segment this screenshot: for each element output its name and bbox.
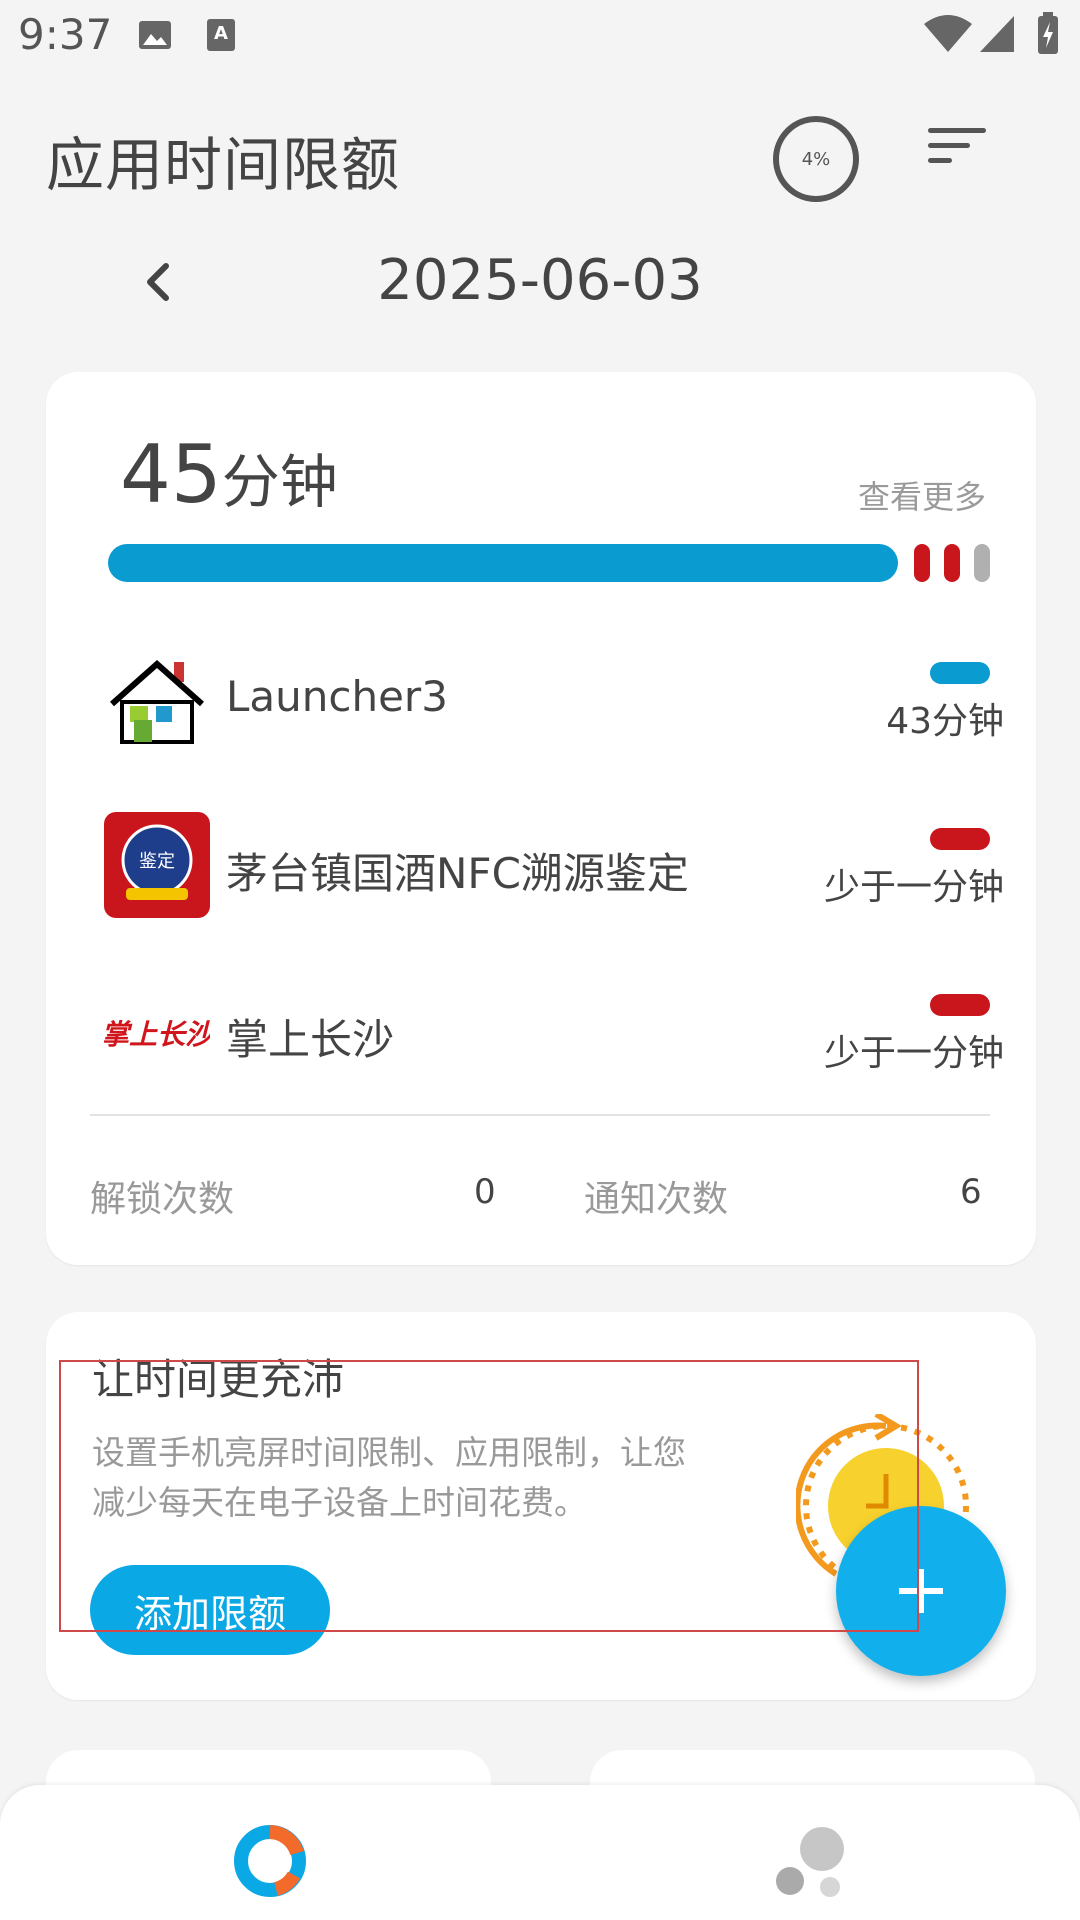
page-title: 应用时间限额 [46,131,401,199]
app-name: 茅台镇国酒NFC溯源鉴定 [226,849,689,898]
app-name: Launcher3 [226,672,448,721]
app-color-pill [930,828,990,850]
maotai-app-icon: 鉴定 [104,812,210,918]
more-tab-icon[interactable] [774,1821,864,1901]
status-bar: 9:37 A [0,0,1080,72]
usage-percent-label: 4% [801,148,831,170]
notification-count-label: 通知次数 [584,1179,729,1220]
battery-charging-icon [1038,12,1058,54]
app-row-zhangshang-changsha[interactable]: 掌上长沙 掌上长沙 少于一分钟 [104,978,1004,1088]
usage-bar-segment-red [914,544,930,582]
app-row-maotai[interactable]: 鉴定 茅台镇国酒NFC溯源鉴定 少于一分钟 [104,812,1004,922]
total-usage-value: 45 [120,428,222,521]
sort-icon[interactable] [928,128,986,168]
gallery-icon [139,21,171,49]
wifi-icon [924,15,972,52]
usage-bar-segment-other [974,544,990,582]
maotai-icon-text: 鉴定 [139,851,175,872]
app-duration: 43分钟 [886,701,1004,742]
app-row-launcher3[interactable]: Launcher3 43分钟 [104,648,1004,758]
total-usage: 45分钟 [120,428,338,521]
zhangshang-icon-text: 掌上长沙 [104,1018,210,1051]
see-more-link[interactable]: 查看更多 [858,472,986,518]
zhangshang-changsha-icon: 掌上长沙 [104,978,210,1084]
divider [90,1114,990,1116]
notification-count-value: 6 [960,1172,982,1212]
signal-icon [980,16,1014,52]
launcher3-icon [110,659,204,744]
usage-bar-segment-red [944,544,960,582]
unlock-count-value: 0 [474,1172,496,1212]
total-usage-unit: 分钟 [221,448,338,516]
usage-percent-ring[interactable]: 4% [773,116,859,202]
app-duration: 少于一分钟 [823,867,1004,908]
app-color-pill [930,994,990,1016]
usage-bar-main [108,544,898,582]
keyboard-a-icon: A [207,19,235,51]
usage-tab-icon[interactable] [232,1823,308,1899]
app-duration: 少于一分钟 [823,1033,1004,1074]
app-name: 掌上长沙 [226,1015,395,1064]
svg-text:A: A [214,23,228,44]
current-date: 2025-06-03 [377,248,703,313]
bottom-navigation [0,1785,1080,1920]
app-color-pill [930,662,990,684]
highlight-box [59,1360,919,1632]
status-time: 9:37 [18,10,113,59]
unlock-count-label: 解锁次数 [90,1179,235,1220]
